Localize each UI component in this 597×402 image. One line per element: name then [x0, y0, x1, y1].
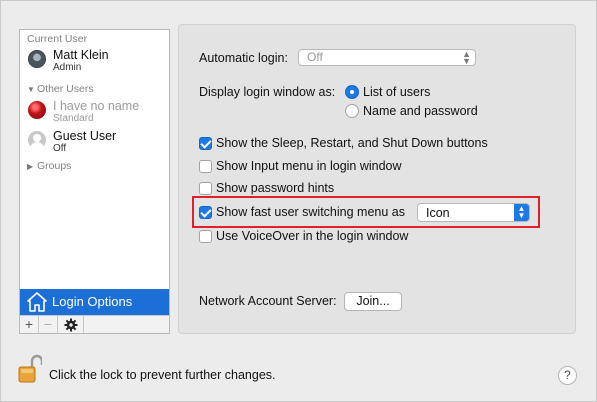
join-button[interactable]: Join...	[344, 292, 402, 311]
popup-arrows-icon: ▲ ▼	[514, 204, 529, 221]
user-avatar	[28, 50, 46, 68]
automatic-login-popup[interactable]: Off ▲ ▼	[298, 49, 476, 66]
voiceover-checkbox[interactable]	[199, 230, 212, 243]
user-name: I have no name	[53, 99, 140, 113]
fast-switching-style-popup[interactable]: Icon ▲ ▼	[417, 203, 530, 222]
remove-user-button[interactable]: −	[39, 316, 58, 333]
password-hints-label[interactable]: Show password hints	[216, 181, 334, 195]
current-user-header: Current User	[27, 33, 88, 45]
login-options-panel	[178, 24, 576, 334]
login-options-label: Login Options	[52, 294, 133, 309]
popup-arrows-icon: ▲ ▼	[462, 49, 471, 66]
name-and-password-radio[interactable]	[345, 104, 359, 118]
input-menu-label[interactable]: Show Input menu in login window	[216, 159, 402, 173]
login-options-item[interactable]: Login Options	[20, 289, 169, 315]
guest-avatar-icon	[28, 131, 46, 149]
input-menu-checkbox[interactable]	[199, 160, 212, 173]
password-hints-checkbox[interactable]	[199, 182, 212, 195]
user-matt-klein[interactable]: Matt Klein Admin	[20, 48, 169, 78]
house-icon	[27, 292, 47, 312]
automatic-login-label: Automatic login:	[199, 51, 288, 65]
lock-open-icon[interactable]	[18, 354, 42, 384]
fast-user-switching-checkbox[interactable]	[199, 206, 212, 219]
user-name: Matt Klein	[53, 48, 109, 62]
other-users-header: Other Users	[37, 83, 94, 95]
network-account-server-label: Network Account Server:	[199, 294, 337, 308]
user-role: Standard	[53, 113, 94, 124]
fast-switching-style-value: Icon	[426, 206, 450, 220]
user-no-name[interactable]: I have no name Standard	[20, 99, 169, 129]
users-sidebar: Current User Matt Klein Admin ▼ Other Us…	[19, 29, 170, 334]
user-role: Admin	[53, 62, 82, 73]
user-name: Guest User	[53, 129, 117, 143]
user-guest[interactable]: Guest User Off	[20, 129, 169, 159]
sidebar-toolbar: + −	[20, 315, 169, 333]
display-login-label: Display login window as:	[199, 85, 336, 99]
gear-icon	[64, 318, 77, 332]
automatic-login-value: Off	[307, 50, 323, 64]
list-of-users-label[interactable]: List of users	[363, 85, 430, 99]
user-role: Off	[53, 143, 67, 154]
user-avatar	[28, 101, 46, 119]
name-and-password-label[interactable]: Name and password	[363, 104, 478, 118]
sleep-restart-shutdown-label[interactable]: Show the Sleep, Restart, and Shut Down b…	[216, 136, 488, 150]
voiceover-label[interactable]: Use VoiceOver in the login window	[216, 229, 408, 243]
fast-user-switching-label[interactable]: Show fast user switching menu as	[216, 205, 405, 219]
help-button[interactable]: ?	[558, 366, 577, 385]
add-user-button[interactable]: +	[20, 316, 39, 333]
groups-header[interactable]: Groups	[37, 160, 71, 172]
disclosure-triangle-closed-icon[interactable]: ▶	[27, 162, 33, 171]
lock-message: Click the lock to prevent further change…	[49, 368, 276, 382]
list-of-users-radio[interactable]	[345, 85, 359, 99]
sleep-restart-shutdown-checkbox[interactable]	[199, 137, 212, 150]
disclosure-triangle-open-icon[interactable]: ▼	[27, 85, 35, 94]
action-menu-button[interactable]	[58, 316, 84, 333]
